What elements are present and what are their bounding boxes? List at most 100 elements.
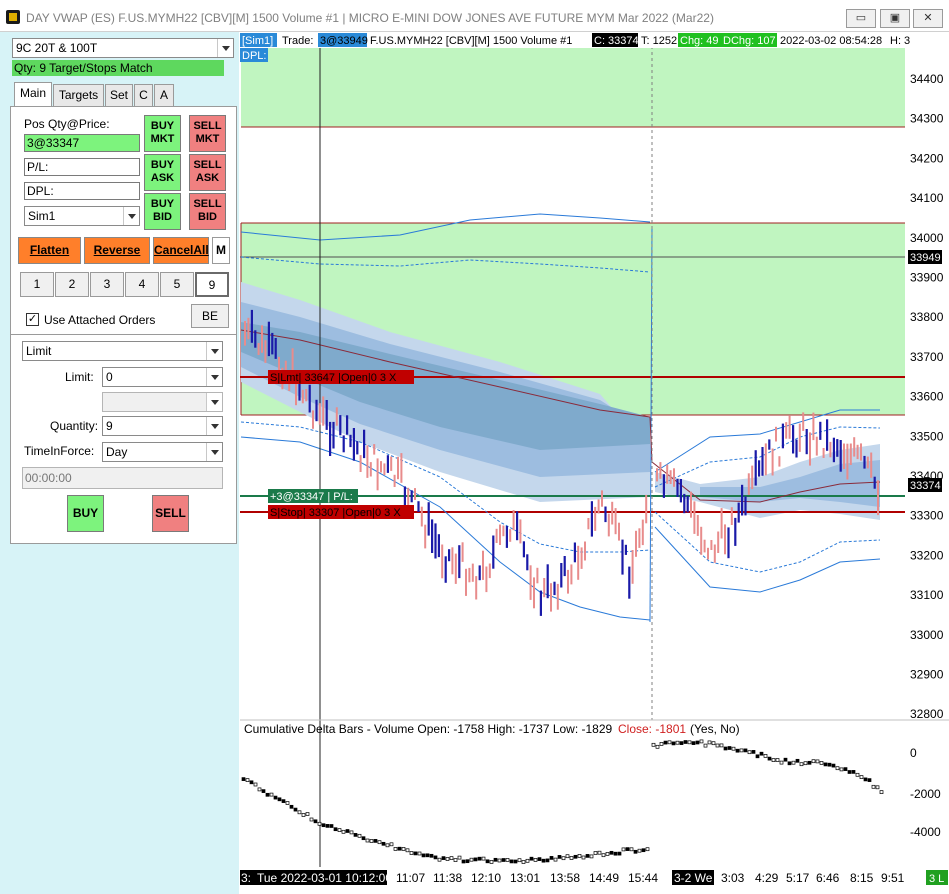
close-button[interactable]: ✕ xyxy=(913,9,943,28)
delta-bar xyxy=(839,767,844,772)
up-bar xyxy=(437,534,440,558)
tab-targets[interactable]: Targets xyxy=(53,84,104,106)
delta-bar xyxy=(687,740,692,745)
delta-bar xyxy=(605,852,610,856)
down-bar xyxy=(543,578,546,598)
down-bar xyxy=(710,540,713,550)
delta-bar xyxy=(775,758,780,762)
limit-price-select[interactable]: 0 xyxy=(102,367,223,387)
window-title: DAY VWAP (ES) F.US.MYMH22 [CBV][M] 1500 … xyxy=(26,11,714,25)
buy-button[interactable]: BUY xyxy=(67,495,104,532)
delta-bar xyxy=(811,759,816,764)
sell-bid-button[interactable]: SELL BID xyxy=(189,193,226,230)
price-axis[interactable] xyxy=(906,48,949,720)
delta-bar xyxy=(525,858,530,863)
delta-bar xyxy=(779,760,784,765)
price-label: 33300 xyxy=(910,509,944,523)
tab-main[interactable]: Main xyxy=(14,82,52,107)
use-attached-orders-checkbox[interactable]: ✓ xyxy=(26,313,39,326)
up-bar xyxy=(363,429,366,459)
down-bar xyxy=(366,445,369,478)
up-bar xyxy=(352,428,355,461)
buy-bid-button[interactable]: BUY BID xyxy=(144,193,181,230)
up-bar xyxy=(403,486,406,506)
down-bar xyxy=(536,567,539,584)
current-price-tag-text: 33374 xyxy=(910,480,941,492)
delta-bar xyxy=(707,740,712,745)
qty-2-button[interactable]: 2 xyxy=(55,272,89,297)
tab-a[interactable]: A xyxy=(154,84,174,106)
account-select[interactable]: Sim1 xyxy=(24,206,140,226)
down-bar xyxy=(812,412,815,441)
sell-mkt-button[interactable]: SELL MKT xyxy=(189,115,226,152)
down-bar xyxy=(829,441,832,458)
delta-bar xyxy=(273,795,278,800)
qty-9-button[interactable]: 9 xyxy=(195,272,229,297)
price-label: 34300 xyxy=(910,112,944,126)
delta-bar xyxy=(645,847,650,852)
gtd-time-field[interactable]: 00:00:00 xyxy=(22,467,223,489)
delta-bar xyxy=(787,761,792,766)
up-bar xyxy=(839,440,842,472)
sell-button[interactable]: SELL xyxy=(152,495,189,532)
down-bar xyxy=(696,515,699,536)
stop-order-tag[interactable]: S|Stop| 33307 |Open|0 3 X xyxy=(268,505,414,519)
delta-bar xyxy=(285,801,290,805)
secondary-price-select xyxy=(102,392,223,412)
tab-c[interactable]: C xyxy=(134,84,153,106)
price-chart[interactable]: S|Lmt| 33647 |Open|0 3 X +3@33347 | P/L:… xyxy=(240,32,949,868)
delta-bar xyxy=(629,847,634,852)
buy-ask-button[interactable]: BUY ASK xyxy=(144,154,181,191)
tab-set[interactable]: Set xyxy=(105,84,133,106)
down-bar xyxy=(669,470,672,484)
delta-bar xyxy=(835,766,840,771)
delta-bar xyxy=(281,799,286,803)
delta-bar xyxy=(617,851,622,856)
quantity-select[interactable]: 9 xyxy=(102,416,223,436)
time-axis[interactable]: 3: Tue 2022-03-01 10:12:00 11:07 11:38 12:… xyxy=(240,867,949,894)
delta-bar xyxy=(341,829,346,834)
down-bar xyxy=(244,321,246,346)
symbol-label: F.US.MYMH22 [CBV][M] 1500 Volume #1 xyxy=(370,35,572,47)
time-tick: 6:46 xyxy=(816,871,840,885)
qty-3-button[interactable]: 3 xyxy=(90,272,124,297)
flatten-button[interactable]: Flatten xyxy=(18,237,81,264)
m-button[interactable]: M xyxy=(212,237,230,264)
restore-button[interactable]: ▣ xyxy=(880,9,910,28)
down-bar xyxy=(860,443,862,461)
order-type-select[interactable]: Limit xyxy=(22,341,223,361)
price-label: 34100 xyxy=(910,191,944,205)
down-bar xyxy=(247,317,250,340)
qty-1-button[interactable]: 1 xyxy=(20,272,54,297)
limit-price-value: 0 xyxy=(106,370,113,384)
position-tag[interactable]: +3@33347 | P/L: xyxy=(268,489,358,503)
time-in-force-select[interactable]: Day xyxy=(102,442,223,462)
time-tick: 12:10 xyxy=(471,871,501,885)
last-trade-tag-text: 33949 xyxy=(910,252,941,264)
quantity-label: Quantity: xyxy=(50,419,99,433)
limit-label: Limit: xyxy=(65,370,94,384)
reverse-button[interactable]: Reverse xyxy=(84,237,150,264)
cancel-all-button[interactable]: CancelAll xyxy=(153,237,209,264)
qty-4-button[interactable]: 4 xyxy=(125,272,159,297)
delta-bar xyxy=(497,858,502,863)
sell-ask-button[interactable]: SELL ASK xyxy=(189,154,226,191)
down-bar xyxy=(607,513,610,537)
profile-select[interactable]: 9C 20T & 100T xyxy=(12,38,234,58)
be-button[interactable]: BE xyxy=(191,304,229,328)
qty-5-button[interactable]: 5 xyxy=(160,272,194,297)
upper-green-zone xyxy=(241,40,905,127)
time-tick: 13:01 xyxy=(510,871,540,885)
down-bar xyxy=(673,468,675,487)
down-bar xyxy=(322,396,325,426)
down-bar xyxy=(584,541,586,561)
limit-order-label: S|Lmt| 33647 |Open|0 3 X xyxy=(270,372,397,384)
buy-mkt-button[interactable]: BUY MKT xyxy=(144,115,181,152)
delta-bar xyxy=(771,758,776,762)
up-bar xyxy=(686,495,689,513)
limit-order-tag[interactable]: S|Lmt| 33647 |Open|0 3 X xyxy=(268,370,414,384)
minimize-button[interactable]: ▭ xyxy=(846,9,876,28)
up-bar xyxy=(346,415,349,435)
chevron-down-icon xyxy=(206,342,222,360)
delta-bar xyxy=(529,856,534,861)
